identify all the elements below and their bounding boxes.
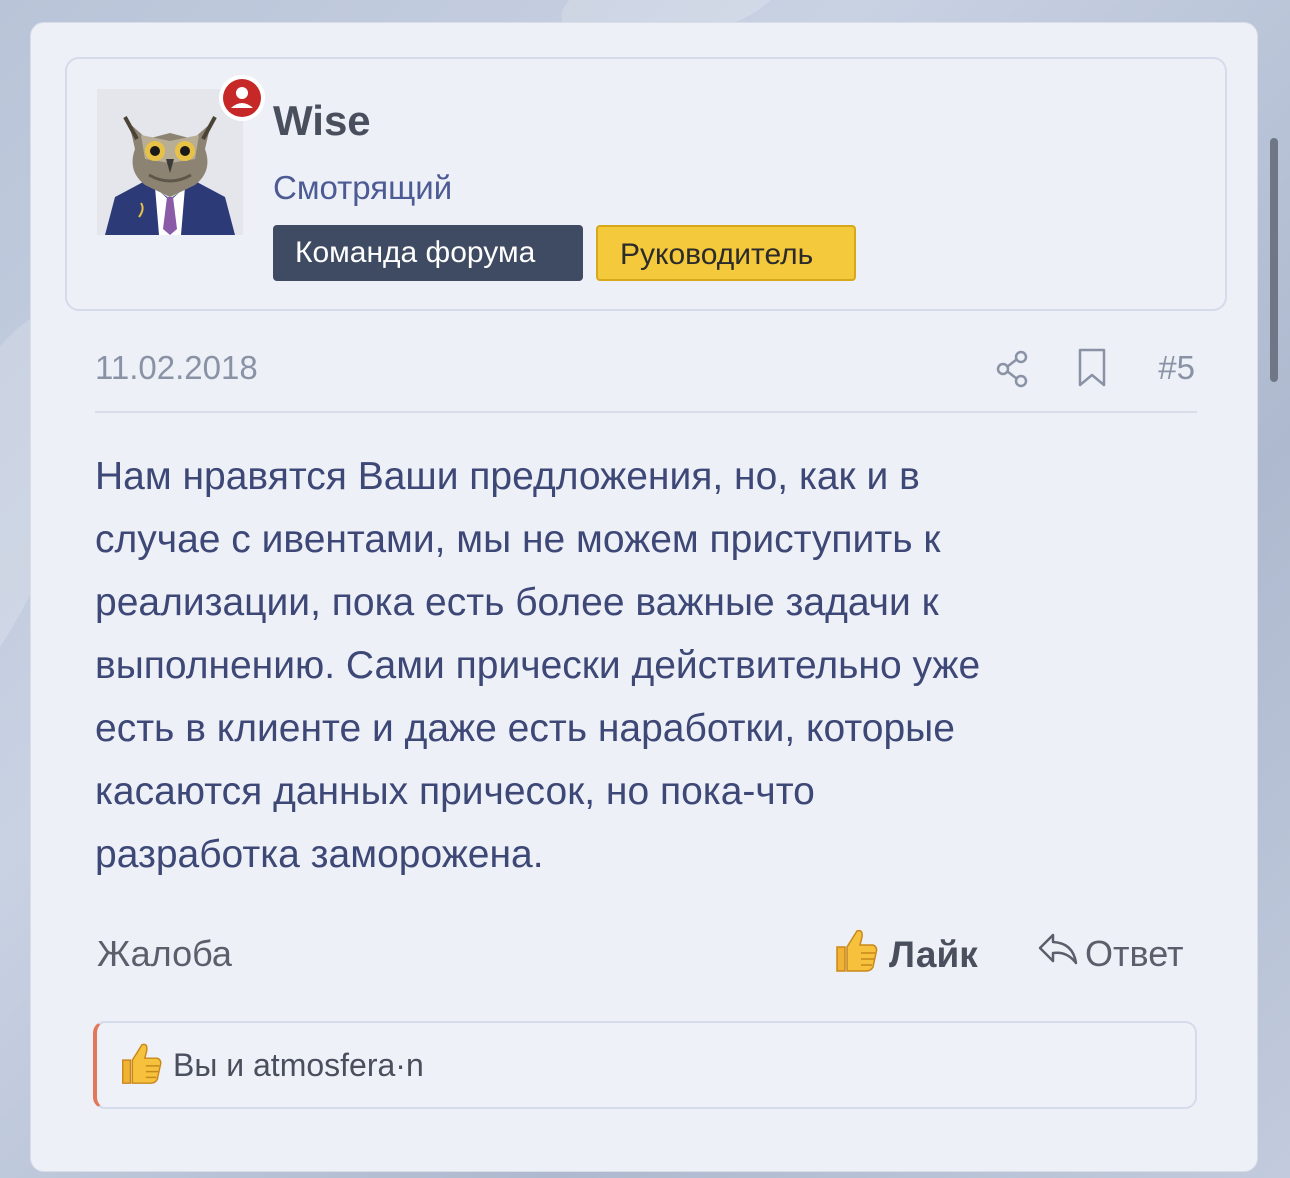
user-circle-icon [223, 79, 261, 117]
badge-forum-team: Команда форума [273, 225, 583, 281]
scrollbar[interactable] [1270, 138, 1278, 382]
bookmark-icon[interactable] [1077, 347, 1107, 394]
post-meta-row: 11.02.2018 #5 [95, 345, 1197, 413]
status-badge [219, 75, 265, 121]
thumbs-up-icon [831, 925, 881, 984]
reply-label: Ответ [1085, 932, 1184, 974]
badge-leader: Руководитель [596, 225, 856, 281]
likes-text[interactable]: Вы и atmosfera·n [173, 1047, 424, 1084]
share-icon[interactable] [995, 349, 1031, 394]
user-title: Смотрящий [273, 169, 453, 206]
reply-button[interactable]: Ответ [1037, 929, 1184, 978]
likes-summary[interactable]: Вы и atmosfera·n [93, 1021, 1197, 1109]
reply-icon [1037, 929, 1079, 978]
username[interactable]: Wise [273, 97, 371, 145]
user-block: Wise Смотрящий Команда форума Руководите… [65, 57, 1227, 311]
post-card: Wise Смотрящий Команда форума Руководите… [30, 22, 1258, 1172]
like-button[interactable]: Лайк [831, 925, 978, 984]
report-button[interactable]: Жалоба [97, 933, 232, 975]
post-body: Нам нравятся Ваши предложения, но, как и… [95, 455, 981, 876]
like-label: Лайк [889, 933, 978, 975]
post-date[interactable]: 11.02.2018 [95, 349, 258, 387]
post-number-link[interactable]: #5 [1158, 349, 1195, 387]
thumbs-up-icon [117, 1039, 165, 1092]
